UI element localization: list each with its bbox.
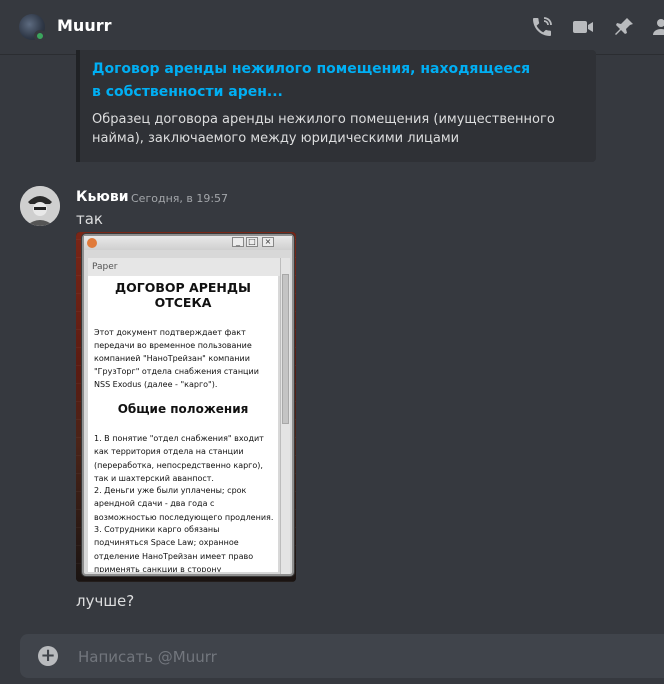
embed-description: Образец договора аренды нежилого помещен… (92, 112, 555, 146)
link-embed: Договор аренды нежилого помещения, наход… (76, 50, 596, 162)
embed-title-link[interactable]: Договор аренды нежилого помещения, наход… (92, 58, 532, 104)
paper-content: ДОГОВОР АРЕНДЫ ОТСЕКА Этот документ подт… (88, 276, 278, 572)
avatar[interactable] (20, 186, 60, 226)
pin-icon[interactable] (612, 15, 636, 39)
dm-header: Muurr (0, 0, 664, 55)
phone-call-icon[interactable] (530, 15, 554, 39)
channel-title: Muurr (57, 16, 112, 35)
doc-title: ДОГОВОР АРЕНДЫ ОТСЕКА (115, 280, 251, 310)
message-input[interactable] (76, 644, 640, 670)
video-icon[interactable] (571, 15, 595, 39)
window-tab: Paper (88, 258, 284, 276)
scroll-thumb (282, 274, 289, 424)
image-attachment[interactable]: _ □ × Paper ДОГОВОР АРЕНДЫ ОТСЕКА Этот д… (76, 232, 296, 582)
minimize-icon: _ (232, 237, 244, 247)
doc-paragraph: 2. Деньги уже были уплачены; срок арендн… (94, 486, 274, 522)
message-text: лучше? (76, 592, 135, 610)
doc-paragraph: 1. В понятие "отдел снабжения" входит ка… (94, 434, 264, 483)
window-titlebar: _ □ × (84, 236, 292, 250)
message-timestamp: Сегодня, в 19:57 (131, 192, 229, 205)
message-text: так (76, 210, 103, 228)
doc-paragraph: 3. Сотрудники карго обязаны подчиняться … (94, 525, 254, 572)
add-attachment-button[interactable]: + (38, 646, 58, 666)
online-status-indicator (34, 30, 46, 42)
paper-window: _ □ × Paper ДОГОВОР АРЕНДЫ ОТСЕКА Этот д… (82, 234, 294, 576)
app-logo-icon (87, 238, 97, 248)
maximize-icon: □ (246, 237, 258, 247)
close-icon: × (262, 237, 274, 247)
user-avatar-icon (20, 186, 60, 226)
window-scrollbar (280, 258, 290, 574)
doc-section-title: Общие положения (117, 402, 249, 416)
message-composer: + (20, 634, 664, 678)
members-icon[interactable] (652, 15, 664, 39)
message-author[interactable]: Кьюви (76, 189, 129, 205)
doc-intro: Этот документ подтверждает факт передачи… (94, 328, 259, 389)
